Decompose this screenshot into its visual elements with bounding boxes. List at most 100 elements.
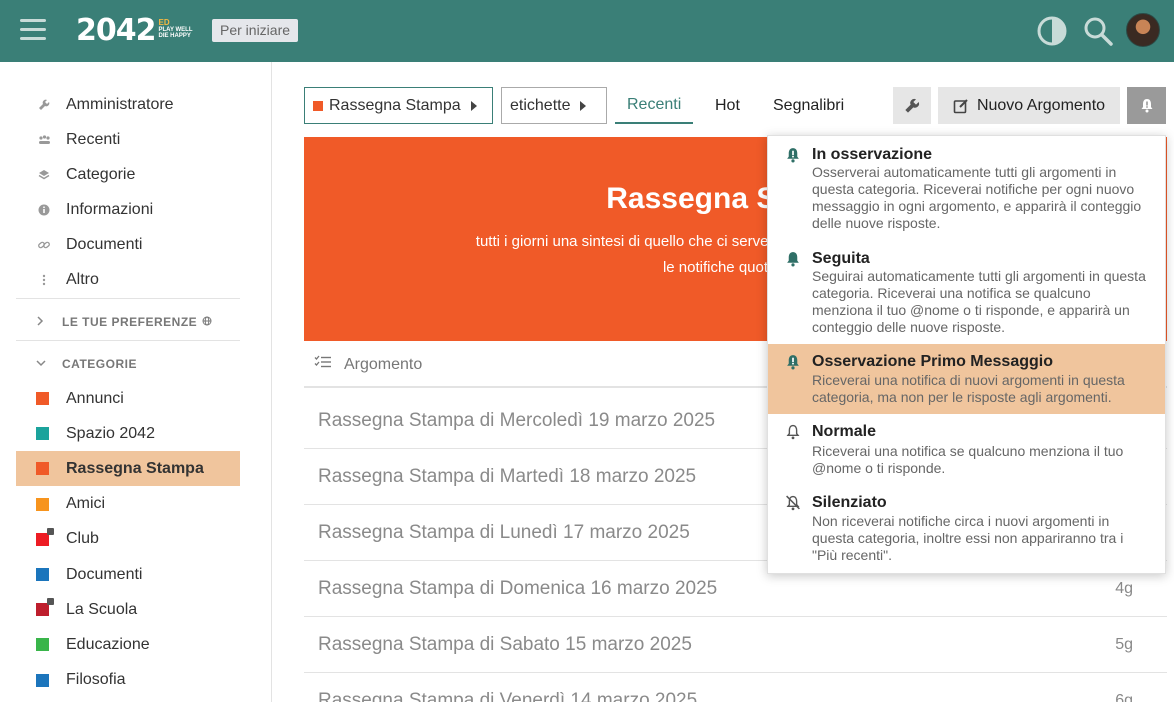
topic-age: 4g xyxy=(1115,579,1133,597)
list-check-icon[interactable] xyxy=(314,355,332,374)
sidebar-category-label: Amici xyxy=(66,495,106,513)
sidebar-item-documenti[interactable]: Documenti xyxy=(16,227,240,262)
tab-hot[interactable]: Hot xyxy=(715,87,740,124)
sidebar-category-item[interactable]: Filosofia xyxy=(16,663,240,698)
getting-started-button[interactable]: Per iniziare xyxy=(212,19,299,42)
globe-icon xyxy=(202,316,212,329)
caret-right-icon xyxy=(470,100,477,111)
users-icon xyxy=(36,134,52,145)
logo-number: 2042 xyxy=(76,13,156,48)
tab-segnalibri[interactable]: Segnalibri xyxy=(773,87,844,124)
category-breadcrumb[interactable]: Rassegna Stampa xyxy=(304,87,493,124)
sidebar-category-item[interactable]: Club xyxy=(16,522,240,557)
sidebar-item-label: Recenti xyxy=(66,130,121,148)
caret-right-icon xyxy=(580,100,587,111)
sidebar-category-item[interactable]: Documenti xyxy=(16,557,240,592)
notification-option-title: Seguita xyxy=(812,250,870,267)
chevron-right-icon xyxy=(36,315,50,329)
category-color-swatch xyxy=(36,497,49,511)
notification-option-description: Non riceverai notifiche circa i nuovi ar… xyxy=(812,513,1124,563)
sidebar-item-label: Categorie xyxy=(66,165,136,183)
preferences-section-label: LE TUE PREFERENZE xyxy=(62,315,198,329)
notification-option-4[interactable]: Normale Riceverai una notifica se qualcun… xyxy=(768,414,1165,484)
sidebar-item-categorie[interactable]: Categorie xyxy=(16,157,240,192)
sidebar: Amministratore Recenti Categorie Informa… xyxy=(0,62,272,702)
sidebar-divider xyxy=(16,298,240,299)
notification-option-description: Riceverai una notifica se qualcuno menzi… xyxy=(812,443,1124,476)
topic-title[interactable]: Rassegna Stampa di Sabato 15 marzo 2025 xyxy=(318,634,692,656)
sidebar-item-amministratore[interactable]: Amministratore xyxy=(16,87,240,122)
sidebar-category-label: Filosofia xyxy=(66,671,126,689)
category-breadcrumb-label: Rassegna Stampa xyxy=(329,96,461,114)
sidebar-category-label: Club xyxy=(66,530,99,548)
bell-exclamation-icon xyxy=(1141,99,1152,113)
category-color-swatch xyxy=(36,427,49,441)
edit-icon xyxy=(953,98,968,113)
sidebar-item-informazioni[interactable]: Informazioni xyxy=(16,192,240,227)
sidebar-category-label: Rassegna Stampa xyxy=(66,459,204,477)
topic-title[interactable]: Rassegna Stampa di Domenica 16 marzo 202… xyxy=(318,578,717,600)
category-color-swatch xyxy=(36,673,49,687)
category-color-swatch xyxy=(36,392,49,405)
table-row[interactable]: Rassegna Stampa di Sabato 15 marzo 2025 5… xyxy=(304,617,1167,673)
tags-breadcrumb[interactable]: etichette xyxy=(501,87,607,124)
layers-icon xyxy=(36,169,52,181)
categories-section-toggle[interactable]: CATEGORIE xyxy=(16,352,240,376)
new-topic-button[interactable]: Nuovo Argomento xyxy=(938,87,1120,124)
logo-tagline: ED PLAY WELL DIE HAPPY xyxy=(158,18,193,40)
notification-level-button[interactable] xyxy=(1127,87,1166,124)
sidebar-category-item[interactable]: Rassegna Stampa xyxy=(16,451,240,487)
search-icon[interactable] xyxy=(1082,15,1114,47)
sidebar-item-label: Altro xyxy=(66,270,99,288)
hamburger-icon[interactable] xyxy=(20,19,46,41)
tab-recenti[interactable]: Recenti xyxy=(615,87,694,124)
chevron-down-icon xyxy=(36,358,50,370)
sidebar-category-item[interactable]: Amici xyxy=(16,487,240,522)
table-row[interactable]: Rassegna Stampa di Venerdì 14 marzo 2025… xyxy=(304,673,1167,702)
bell-filled-icon xyxy=(787,252,799,267)
notification-option-description: Osserverai automaticamente tutti gli arg… xyxy=(812,164,1142,231)
sidebar-category-item[interactable]: La Scuola xyxy=(16,592,240,627)
notification-option-title: Osservazione Primo Messaggio xyxy=(812,353,1053,370)
notification-option-5[interactable]: Silenziato Non riceverai notifiche circa … xyxy=(768,484,1165,574)
categories-section-label: CATEGORIE xyxy=(62,357,137,371)
sidebar-item-recenti[interactable]: Recenti xyxy=(16,122,240,157)
info-icon xyxy=(36,204,52,216)
lock-icon xyxy=(47,527,54,535)
topic-age: 6g xyxy=(1115,691,1133,702)
tags-breadcrumb-label: etichette xyxy=(510,96,571,114)
notification-level-menu: In osservazione Osserverai automaticament… xyxy=(767,135,1166,574)
ellipsis-vertical-icon xyxy=(36,274,52,286)
notification-option-1[interactable]: In osservazione Osserverai automaticament… xyxy=(768,136,1165,241)
bell-outline-icon xyxy=(786,424,800,440)
link-icon xyxy=(36,239,52,251)
site-logo[interactable]: 2042 ED PLAY WELL DIE HAPPY xyxy=(76,13,193,49)
bell-exclamation-icon xyxy=(787,355,799,370)
sidebar-category-item[interactable]: Annunci xyxy=(16,381,240,416)
wrench-icon xyxy=(36,99,52,111)
category-color-swatch xyxy=(36,638,49,652)
notification-option-2[interactable]: Seguita Seguirai automaticamente tutti gl… xyxy=(768,241,1165,344)
topic-title[interactable]: Rassegna Stampa di Lunedì 17 marzo 2025 xyxy=(318,522,690,544)
category-color-swatch xyxy=(36,527,54,546)
theme-toggle-icon[interactable] xyxy=(1036,15,1068,47)
site-header: 2042 ED PLAY WELL DIE HAPPY Per iniziare xyxy=(0,0,1174,62)
sidebar-category-item[interactable]: Spazio 2042 xyxy=(16,416,240,451)
sidebar-category-label: Documenti xyxy=(66,565,143,583)
topic-column-header[interactable]: Argomento xyxy=(344,356,422,374)
topic-age: 5g xyxy=(1115,635,1133,653)
preferences-section-toggle[interactable]: LE TUE PREFERENZE xyxy=(16,310,240,334)
sidebar-item-altro[interactable]: Altro xyxy=(16,262,240,297)
topic-title[interactable]: Rassegna Stampa di Mercoledì 19 marzo 20… xyxy=(318,410,715,432)
category-admin-button[interactable] xyxy=(893,87,931,124)
logo-line-3: DIE HAPPY xyxy=(158,33,191,39)
avatar[interactable] xyxy=(1126,13,1160,47)
category-color-swatch xyxy=(36,568,49,581)
topic-title[interactable]: Rassegna Stampa di Martedì 18 marzo 2025 xyxy=(318,466,696,488)
category-color-swatch xyxy=(36,462,49,476)
logo-ed: ED xyxy=(158,18,170,27)
notification-option-title: Normale xyxy=(812,423,877,440)
notification-option-3[interactable]: Osservazione Primo Messaggio Riceverai un… xyxy=(768,344,1165,414)
topic-title[interactable]: Rassegna Stampa di Venerdì 14 marzo 2025 xyxy=(318,690,697,702)
sidebar-category-item[interactable]: Educazione xyxy=(16,627,240,662)
